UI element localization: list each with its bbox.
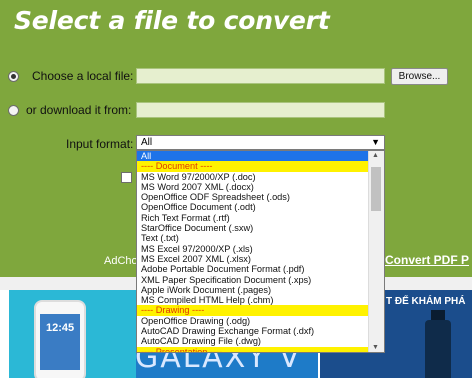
download-url-input[interactable] <box>136 102 385 118</box>
chevron-down-icon: ▼ <box>371 137 380 147</box>
format-option[interactable]: MS Excel 2007 XML (.xlsx) <box>137 254 384 264</box>
local-file-input[interactable] <box>136 68 385 84</box>
format-option[interactable]: MS Compiled HTML Help (.chm) <box>137 295 384 305</box>
format-group-header: ---- Drawing ---- <box>137 305 384 316</box>
download-url-radio[interactable] <box>8 105 19 116</box>
scroll-thumb[interactable] <box>371 167 381 211</box>
dropdown-scrollbar[interactable]: ▲ ▼ <box>368 151 384 352</box>
format-option[interactable]: Apple iWork Document (.pages) <box>137 285 384 295</box>
phone-screen: 12:45 <box>40 314 80 370</box>
phone-image: 12:45 <box>34 300 86 378</box>
input-format-select[interactable]: All ▼ <box>136 135 385 150</box>
format-option[interactable]: Text (.txt) <box>137 233 384 243</box>
input-format-label: Input format: <box>66 137 134 151</box>
input-format-value: All <box>141 137 153 148</box>
format-option[interactable]: All <box>137 151 384 162</box>
adchoices-link[interactable]: AdCho <box>104 255 138 267</box>
page-title: Select a file to convert <box>14 6 330 35</box>
scroll-up-icon[interactable]: ▲ <box>372 152 379 159</box>
format-group-header: ---- Document ---- <box>137 161 384 172</box>
format-option[interactable]: XML Paper Specification Document (.xps) <box>137 275 384 285</box>
format-option[interactable]: OpenOffice ODF Spreadsheet (.ods) <box>137 192 384 202</box>
format-option[interactable]: Rich Text Format (.rtf) <box>137 213 384 223</box>
format-option-list: All ---- Document ---- MS Word 97/2000/XP … <box>137 151 384 352</box>
format-option[interactable]: StarOffice Document (.sxw) <box>137 223 384 233</box>
format-option[interactable]: OpenOffice Document (.odt) <box>137 202 384 212</box>
browse-button[interactable]: Browse... <box>391 68 448 85</box>
format-option[interactable]: AutoCAD Drawing Exchange Format (.dxf) <box>137 326 384 336</box>
format-option[interactable]: AutoCAD Drawing File (.dwg) <box>137 336 384 346</box>
download-url-label: or download it from: <box>26 103 132 117</box>
format-option[interactable]: OpenOffice Drawing (.odg) <box>137 316 384 326</box>
format-option[interactable]: MS Excel 97/2000/XP (.xls) <box>137 244 384 254</box>
phone-clock: 12:45 <box>46 322 75 334</box>
format-option[interactable]: MS Word 97/2000/XP (.doc) <box>137 172 384 182</box>
local-file-label: Choose a local file: <box>32 69 134 83</box>
option-checkbox[interactable] <box>121 172 132 183</box>
convert-pdf-link[interactable]: Convert PDF P <box>385 253 469 267</box>
ad-banner-left[interactable]: 12:45 <box>9 290 136 378</box>
local-file-radio[interactable] <box>8 71 19 82</box>
ad-right-text: T ĐỂ KHÁM PHÁ <box>386 296 466 307</box>
format-option[interactable]: MS Word 2007 XML (.docx) <box>137 182 384 192</box>
bottle-image <box>425 320 451 378</box>
scroll-down-icon[interactable]: ▼ <box>372 344 379 351</box>
input-format-dropdown[interactable]: All ---- Document ---- MS Word 97/2000/XP … <box>136 150 385 353</box>
format-option[interactable]: Adobe Portable Document Format (.pdf) <box>137 264 384 274</box>
format-group-header: ---- Presentation ---- <box>137 346 384 352</box>
